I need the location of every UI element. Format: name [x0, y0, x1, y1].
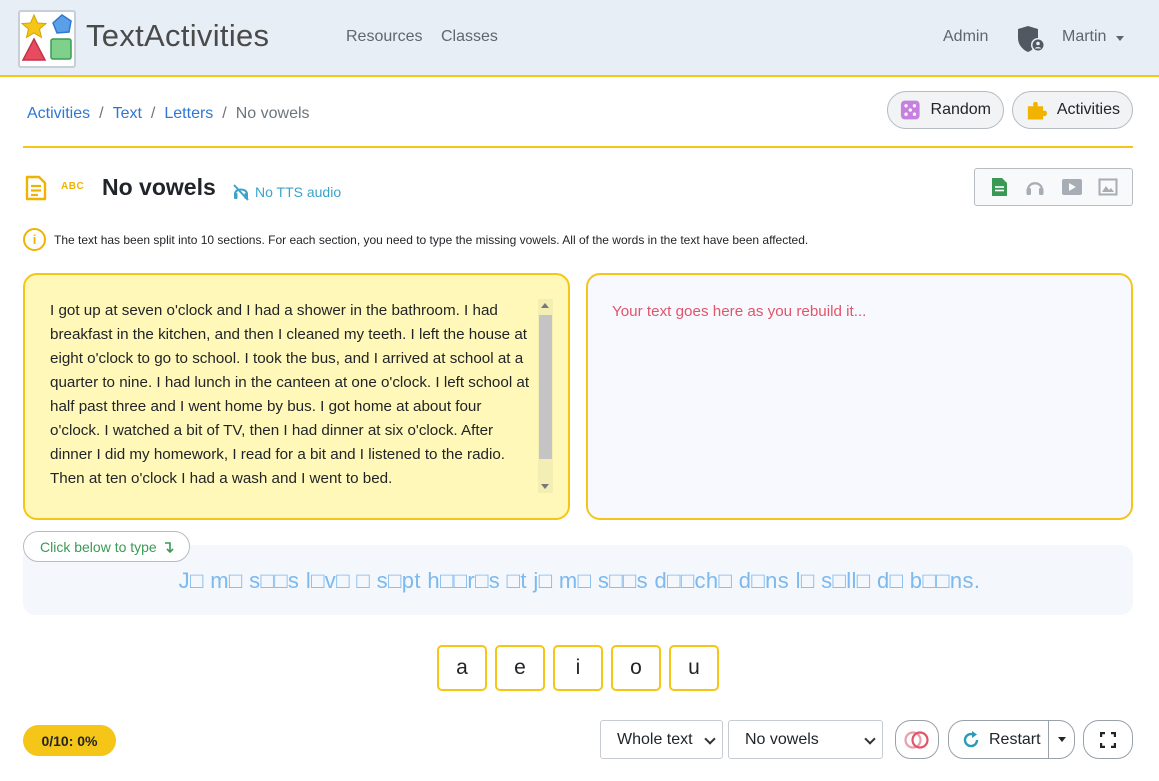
source-text: I got up at seven o'clock and I had a sh… — [50, 302, 530, 487]
logo[interactable] — [18, 10, 76, 68]
abc-badge-icon: ABC — [61, 181, 85, 192]
image-mode-icon[interactable] — [1096, 175, 1120, 199]
dice-icon — [900, 100, 920, 120]
page-title: No vowels — [102, 174, 216, 200]
vowel-key-a[interactable]: a — [437, 645, 487, 691]
nav-link-resources[interactable]: Resources — [346, 28, 422, 46]
puzzle-sentence[interactable]: J□ m□ s□□s l□v□ □ s□pt h□□r□s □t j□ m□ s… — [0, 568, 1159, 594]
breadcrumb-text[interactable]: Text — [113, 105, 142, 123]
rebuilt-text-panel[interactable]: Your text goes here as you rebuild it... — [586, 273, 1133, 520]
tts-status: No TTS audio — [232, 183, 341, 201]
activities-button[interactable]: Activities — [1012, 91, 1133, 129]
random-button-label: Random — [930, 101, 991, 118]
restart-button[interactable]: Restart — [949, 721, 1049, 758]
breadcrumb-separator: / — [222, 105, 227, 122]
user-shield-icon[interactable] — [1016, 24, 1048, 54]
fullscreen-button[interactable] — [1083, 720, 1133, 759]
navbar: TextActivities Resources Classes Admin M… — [0, 0, 1159, 77]
restart-options-dropdown[interactable] — [1049, 737, 1074, 742]
caret-down-icon — [1057, 737, 1066, 742]
source-text-scrollbar[interactable] — [538, 299, 553, 493]
document-icon — [23, 175, 49, 201]
nav-link-classes[interactable]: Classes — [441, 28, 498, 46]
no-audio-icon — [233, 184, 249, 201]
vowel-key-i[interactable]: i — [553, 645, 603, 691]
breadcrumb-current: No vowels — [235, 105, 310, 122]
activity-type-select[interactable]: No vowels — [728, 720, 883, 759]
brand-name[interactable]: TextActivities — [86, 18, 269, 54]
shapes-logo-icon — [20, 13, 72, 61]
fullscreen-icon — [1100, 731, 1116, 748]
audio-mode-icon[interactable] — [1023, 175, 1047, 199]
vowel-key-u[interactable]: u — [669, 645, 719, 691]
vowel-key-o[interactable]: o — [611, 645, 661, 691]
breadcrumb-separator: / — [150, 105, 156, 122]
restart-icon — [963, 730, 979, 747]
overlap-circles-icon — [904, 730, 929, 749]
breadcrumb-letters[interactable]: Letters — [164, 105, 213, 123]
puzzle-piece-icon — [1027, 101, 1047, 120]
info-icon: i — [23, 228, 46, 251]
scroll-up-icon[interactable] — [541, 303, 549, 308]
restart-button-group: Restart — [948, 720, 1075, 759]
random-button[interactable]: Random — [887, 91, 1004, 129]
chevron-down-icon — [704, 733, 716, 745]
arrow-down-right-icon — [164, 541, 174, 553]
scroll-down-icon[interactable] — [541, 484, 549, 489]
chevron-down-icon — [864, 733, 876, 745]
user-menu-caret-icon[interactable] — [1116, 36, 1124, 41]
scope-select[interactable]: Whole text — [600, 720, 723, 759]
click-below-to-type-button[interactable]: Click below to type — [23, 531, 190, 562]
click-below-label: Click below to type — [40, 538, 157, 555]
activity-type-select-value: No vowels — [745, 730, 819, 748]
nav-link-admin[interactable]: Admin — [943, 28, 988, 46]
breadcrumb-separator: / — [99, 105, 104, 122]
scope-select-value: Whole text — [617, 730, 693, 748]
rebuilt-text-placeholder: Your text goes here as you rebuild it... — [612, 303, 867, 320]
header-divider — [23, 146, 1133, 148]
score-badge: 0/10: 0% — [23, 725, 116, 756]
user-menu[interactable]: Martin — [1062, 28, 1106, 46]
instructions: i The text has been split into 10 sectio… — [23, 228, 808, 251]
instructions-text: The text has been split into 10 sections… — [54, 232, 809, 247]
toggle-view-button[interactable] — [895, 720, 939, 759]
activities-button-label: Activities — [1056, 101, 1120, 118]
mode-button-group — [974, 168, 1133, 206]
breadcrumb: Activities / Text / Letters / No vowels — [27, 105, 310, 123]
restart-label: Restart — [989, 730, 1041, 748]
video-mode-icon[interactable] — [1060, 175, 1084, 199]
text-mode-icon[interactable] — [987, 175, 1011, 199]
breadcrumb-activities[interactable]: Activities — [27, 105, 90, 123]
scroll-thumb[interactable] — [539, 315, 552, 459]
source-text-panel[interactable]: I got up at seven o'clock and I had a sh… — [23, 273, 570, 520]
tts-status-label: No TTS audio — [255, 184, 342, 200]
vowel-key-e[interactable]: e — [495, 645, 545, 691]
